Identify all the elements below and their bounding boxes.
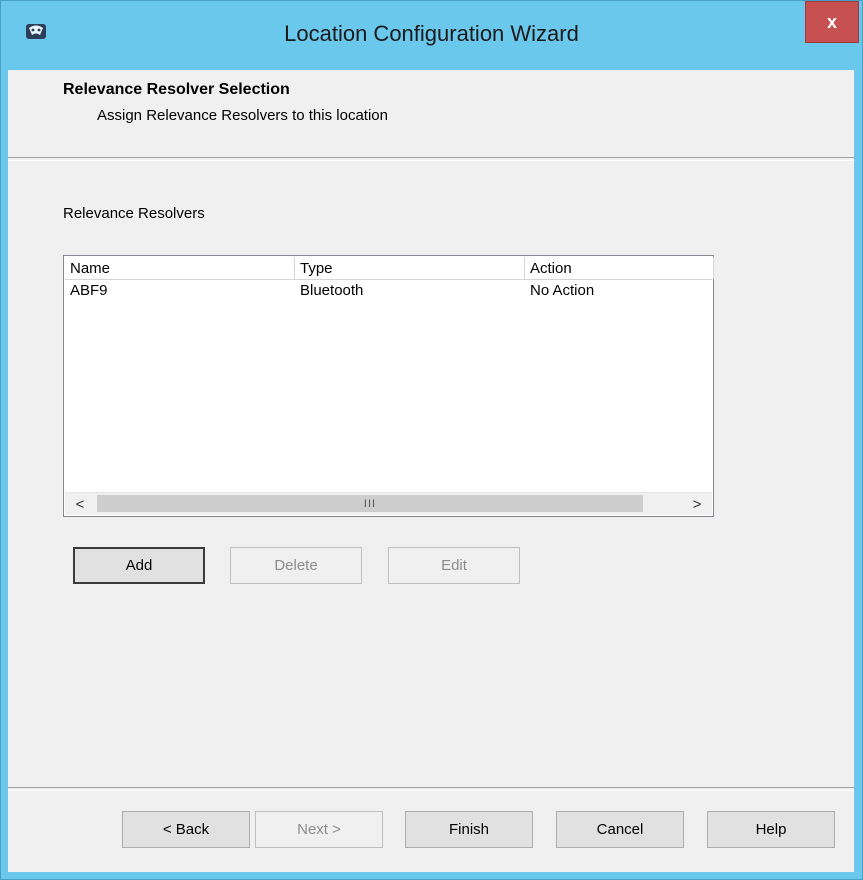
- delete-button[interactable]: Delete: [230, 547, 362, 584]
- column-header-type[interactable]: Type: [295, 257, 525, 279]
- chevron-right-icon: >: [692, 495, 702, 513]
- close-button[interactable]: x: [805, 1, 859, 43]
- add-button[interactable]: Add: [73, 547, 205, 584]
- wizard-client-area: Relevance Resolver Selection Assign Rele…: [8, 70, 854, 872]
- back-button[interactable]: < Back: [122, 811, 250, 848]
- column-header-action[interactable]: Action: [525, 257, 714, 279]
- next-button[interactable]: Next >: [255, 811, 383, 848]
- header-divider: [8, 157, 854, 161]
- cell-action: No Action: [530, 282, 595, 299]
- close-icon: x: [826, 11, 837, 32]
- list-item[interactable]: ABF9 Bluetooth No Action: [65, 280, 712, 300]
- wizard-header: Relevance Resolver Selection Assign Rele…: [8, 70, 854, 156]
- grip-icon: III: [363, 497, 377, 510]
- column-header-name[interactable]: Name: [65, 257, 295, 279]
- cancel-button[interactable]: Cancel: [556, 811, 684, 848]
- window-title: Location Configuration Wizard: [284, 21, 579, 46]
- list-header: Name Type Action: [65, 257, 714, 280]
- resolvers-label: Relevance Resolvers: [63, 205, 205, 222]
- cell-name: ABF9: [70, 282, 108, 299]
- horizontal-scrollbar[interactable]: < III >: [65, 492, 712, 515]
- finish-button[interactable]: Finish: [405, 811, 533, 848]
- page-title: Relevance Resolver Selection: [63, 81, 290, 98]
- help-button[interactable]: Help: [707, 811, 835, 848]
- scrollbar-thumb[interactable]: III: [97, 495, 643, 512]
- scroll-right-button[interactable]: >: [682, 493, 712, 515]
- chevron-left-icon: <: [75, 495, 85, 513]
- page-subtitle: Assign Relevance Resolvers to this locat…: [97, 107, 388, 124]
- title-bar: Location Configuration Wizard x: [1, 1, 862, 70]
- edit-button[interactable]: Edit: [388, 547, 520, 584]
- scroll-left-button[interactable]: <: [65, 493, 95, 515]
- wizard-window: Location Configuration Wizard x Relevanc…: [0, 0, 863, 880]
- resolvers-list[interactable]: Name Type Action ABF9 Bluetooth No Actio…: [63, 255, 714, 517]
- footer-divider: [8, 787, 854, 791]
- cell-type: Bluetooth: [300, 282, 364, 299]
